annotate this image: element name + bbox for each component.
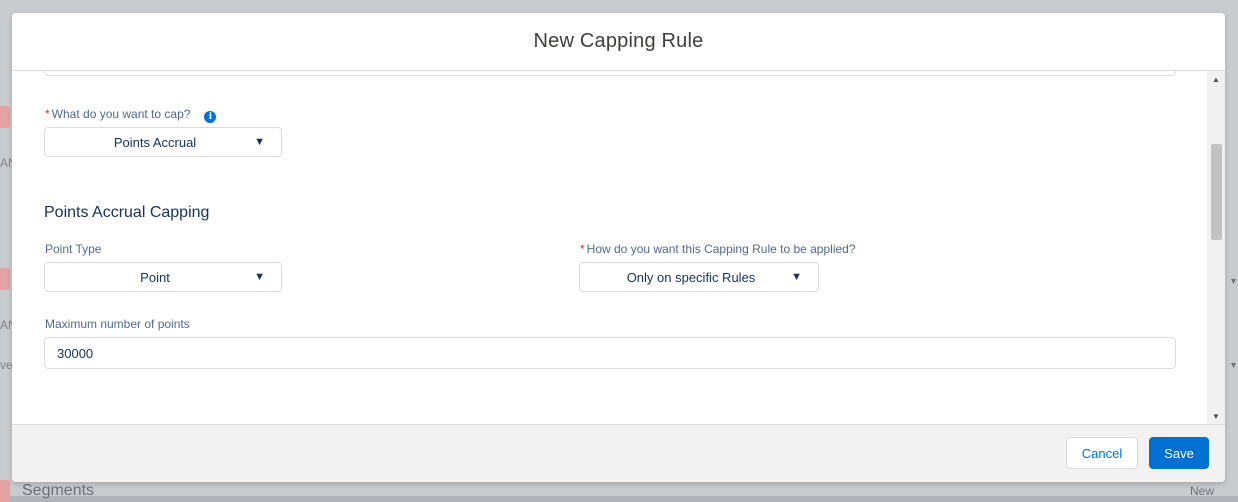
- cancel-button[interactable]: Cancel: [1066, 437, 1138, 469]
- background-card-icon: [0, 268, 10, 290]
- applied-to-value: Only on specific Rules: [626, 269, 756, 285]
- background-segments-heading: Segments: [22, 482, 95, 499]
- background-caret-icon: ▾: [1230, 360, 1236, 371]
- modal-title: New Capping Rule: [533, 30, 704, 52]
- caret-down-icon: ▼: [791, 271, 802, 283]
- scroll-thumb[interactable]: [1211, 144, 1222, 240]
- modal-body: * What do you want to cap? i Points Accrua…: [12, 71, 1225, 424]
- applied-to-label-text: How do you want this Capping Rule to be …: [586, 242, 856, 256]
- info-icon[interactable]: i: [204, 111, 217, 123]
- point-type-value: Point: [140, 269, 170, 285]
- cap-target-value: Points Accrual: [113, 134, 197, 150]
- scroll-down-arrow-icon[interactable]: ▼: [1207, 408, 1225, 424]
- modal-footer: Cancel Save: [12, 424, 1225, 482]
- form-content: * What do you want to cap? i Points Accrua…: [12, 71, 1207, 424]
- caret-down-icon: ▼: [254, 136, 265, 148]
- max-points-input[interactable]: [44, 337, 1176, 369]
- point-type-label: Point Type: [45, 242, 102, 256]
- modal-header: New Capping Rule: [12, 13, 1225, 71]
- required-marker: *: [45, 107, 50, 121]
- background-side-label: ve: [0, 358, 13, 372]
- background-card-icon: [0, 106, 10, 128]
- background-card-icon: [0, 480, 10, 502]
- cap-target-label-text: What do you want to cap?: [51, 107, 191, 121]
- applied-to-select[interactable]: Only on specific Rules ▼: [579, 262, 819, 292]
- capping-rule-modal: New Capping Rule * What do you want to ca…: [12, 13, 1225, 482]
- required-marker: *: [580, 242, 585, 256]
- vertical-scrollbar[interactable]: ▲ ▼: [1207, 71, 1225, 424]
- cap-target-label: * What do you want to cap? i: [45, 107, 217, 123]
- scroll-up-arrow-icon[interactable]: ▲: [1207, 71, 1225, 87]
- cap-target-select[interactable]: Points Accrual ▼: [44, 127, 282, 157]
- previous-field-input[interactable]: [44, 71, 1176, 76]
- save-button[interactable]: Save: [1149, 437, 1209, 469]
- caret-down-icon: ▼: [254, 271, 265, 283]
- applied-to-label: * How do you want this Capping Rule to be…: [580, 242, 856, 256]
- point-type-select[interactable]: Point ▼: [44, 262, 282, 292]
- background-caret-icon: ▾: [1230, 276, 1236, 287]
- max-points-label: Maximum number of points: [45, 317, 190, 331]
- section-title: Points Accrual Capping: [44, 204, 210, 221]
